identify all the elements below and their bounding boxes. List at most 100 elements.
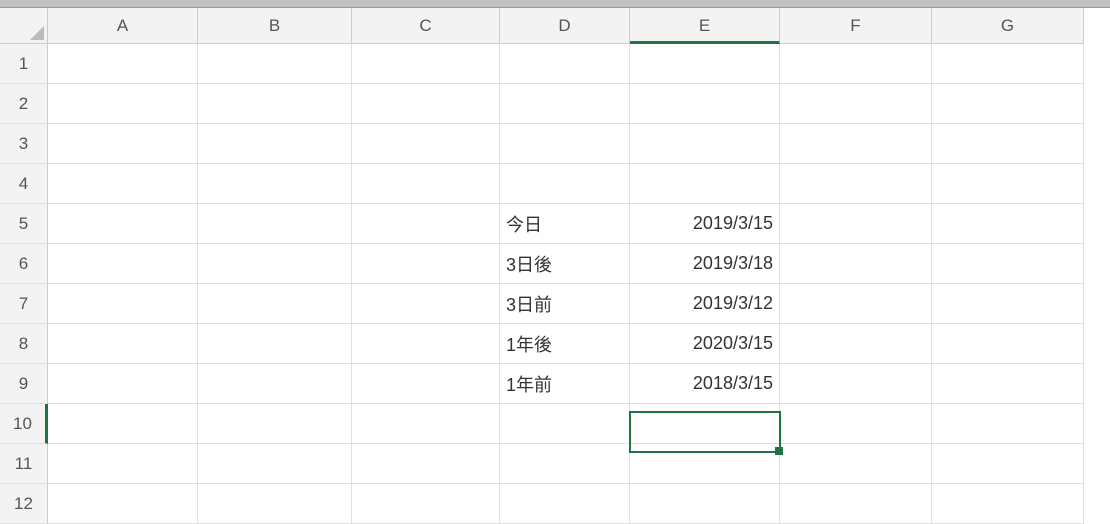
cell-D1[interactable]	[500, 44, 630, 84]
cell-F8[interactable]	[780, 324, 932, 364]
cell-E8[interactable]: 2020/3/15	[630, 324, 780, 364]
cell-C11[interactable]	[352, 444, 500, 484]
row-header-10[interactable]: 10	[0, 404, 48, 444]
cell-C7[interactable]	[352, 284, 500, 324]
cell-A1[interactable]	[48, 44, 198, 84]
cell-F10[interactable]	[780, 404, 932, 444]
cell-G3[interactable]	[932, 124, 1084, 164]
cell-D6[interactable]: 3日後	[500, 244, 630, 284]
cell-C5[interactable]	[352, 204, 500, 244]
row-header-3[interactable]: 3	[0, 124, 48, 164]
cell-B8[interactable]	[198, 324, 352, 364]
cell-G8[interactable]	[932, 324, 1084, 364]
cell-A11[interactable]	[48, 444, 198, 484]
cell-F11[interactable]	[780, 444, 932, 484]
column-header-F[interactable]: F	[780, 8, 932, 44]
column-header-D[interactable]: D	[500, 8, 630, 44]
cell-A5[interactable]	[48, 204, 198, 244]
column-header-G[interactable]: G	[932, 8, 1084, 44]
cell-E4[interactable]	[630, 164, 780, 204]
cell-A7[interactable]	[48, 284, 198, 324]
cell-G11[interactable]	[932, 444, 1084, 484]
column-header-E[interactable]: E	[630, 8, 780, 44]
cell-B11[interactable]	[198, 444, 352, 484]
fill-handle[interactable]	[775, 447, 783, 455]
cell-A6[interactable]	[48, 244, 198, 284]
cell-G9[interactable]	[932, 364, 1084, 404]
cell-B1[interactable]	[198, 44, 352, 84]
row-header-5[interactable]: 5	[0, 204, 48, 244]
cell-G5[interactable]	[932, 204, 1084, 244]
cell-B5[interactable]	[198, 204, 352, 244]
row-header-7[interactable]: 7	[0, 284, 48, 324]
cell-D2[interactable]	[500, 84, 630, 124]
cell-E2[interactable]	[630, 84, 780, 124]
cell-F4[interactable]	[780, 164, 932, 204]
cell-B9[interactable]	[198, 364, 352, 404]
cell-D5[interactable]: 今日	[500, 204, 630, 244]
cell-B6[interactable]	[198, 244, 352, 284]
cell-G7[interactable]	[932, 284, 1084, 324]
cell-A10[interactable]	[48, 404, 198, 444]
cell-G2[interactable]	[932, 84, 1084, 124]
cell-C1[interactable]	[352, 44, 500, 84]
row-header-2[interactable]: 2	[0, 84, 48, 124]
cell-B4[interactable]	[198, 164, 352, 204]
cell-C12[interactable]	[352, 484, 500, 524]
column-header-B[interactable]: B	[198, 8, 352, 44]
cell-D9[interactable]: 1年前	[500, 364, 630, 404]
cell-F5[interactable]	[780, 204, 932, 244]
cell-C6[interactable]	[352, 244, 500, 284]
cell-E7[interactable]: 2019/3/12	[630, 284, 780, 324]
cell-C2[interactable]	[352, 84, 500, 124]
cell-F6[interactable]	[780, 244, 932, 284]
cell-E9[interactable]: 2018/3/15	[630, 364, 780, 404]
cell-F2[interactable]	[780, 84, 932, 124]
cell-E11[interactable]	[630, 444, 780, 484]
cell-A4[interactable]	[48, 164, 198, 204]
row-header-1[interactable]: 1	[0, 44, 48, 84]
cell-A9[interactable]	[48, 364, 198, 404]
row-header-4[interactable]: 4	[0, 164, 48, 204]
cell-E1[interactable]	[630, 44, 780, 84]
cell-E10[interactable]	[630, 404, 780, 444]
cell-C3[interactable]	[352, 124, 500, 164]
cell-A2[interactable]	[48, 84, 198, 124]
cell-D10[interactable]	[500, 404, 630, 444]
cell-B12[interactable]	[198, 484, 352, 524]
cell-B10[interactable]	[198, 404, 352, 444]
cell-D8[interactable]: 1年後	[500, 324, 630, 364]
cell-E3[interactable]	[630, 124, 780, 164]
cell-D12[interactable]	[500, 484, 630, 524]
cell-D11[interactable]	[500, 444, 630, 484]
column-header-A[interactable]: A	[48, 8, 198, 44]
cell-F7[interactable]	[780, 284, 932, 324]
cell-G12[interactable]	[932, 484, 1084, 524]
row-header-8[interactable]: 8	[0, 324, 48, 364]
cell-G4[interactable]	[932, 164, 1084, 204]
cell-D4[interactable]	[500, 164, 630, 204]
cell-A3[interactable]	[48, 124, 198, 164]
cell-C10[interactable]	[352, 404, 500, 444]
cell-C4[interactable]	[352, 164, 500, 204]
cell-B3[interactable]	[198, 124, 352, 164]
cell-G1[interactable]	[932, 44, 1084, 84]
cell-E5[interactable]: 2019/3/15	[630, 204, 780, 244]
cell-E12[interactable]	[630, 484, 780, 524]
row-header-12[interactable]: 12	[0, 484, 48, 524]
cell-F12[interactable]	[780, 484, 932, 524]
cell-C8[interactable]	[352, 324, 500, 364]
cell-G6[interactable]	[932, 244, 1084, 284]
cell-A8[interactable]	[48, 324, 198, 364]
cell-D3[interactable]	[500, 124, 630, 164]
cell-D7[interactable]: 3日前	[500, 284, 630, 324]
cell-A12[interactable]	[48, 484, 198, 524]
row-header-11[interactable]: 11	[0, 444, 48, 484]
cell-B7[interactable]	[198, 284, 352, 324]
cell-B2[interactable]	[198, 84, 352, 124]
cell-G10[interactable]	[932, 404, 1084, 444]
cell-F3[interactable]	[780, 124, 932, 164]
row-header-6[interactable]: 6	[0, 244, 48, 284]
column-header-C[interactable]: C	[352, 8, 500, 44]
cell-E6[interactable]: 2019/3/18	[630, 244, 780, 284]
